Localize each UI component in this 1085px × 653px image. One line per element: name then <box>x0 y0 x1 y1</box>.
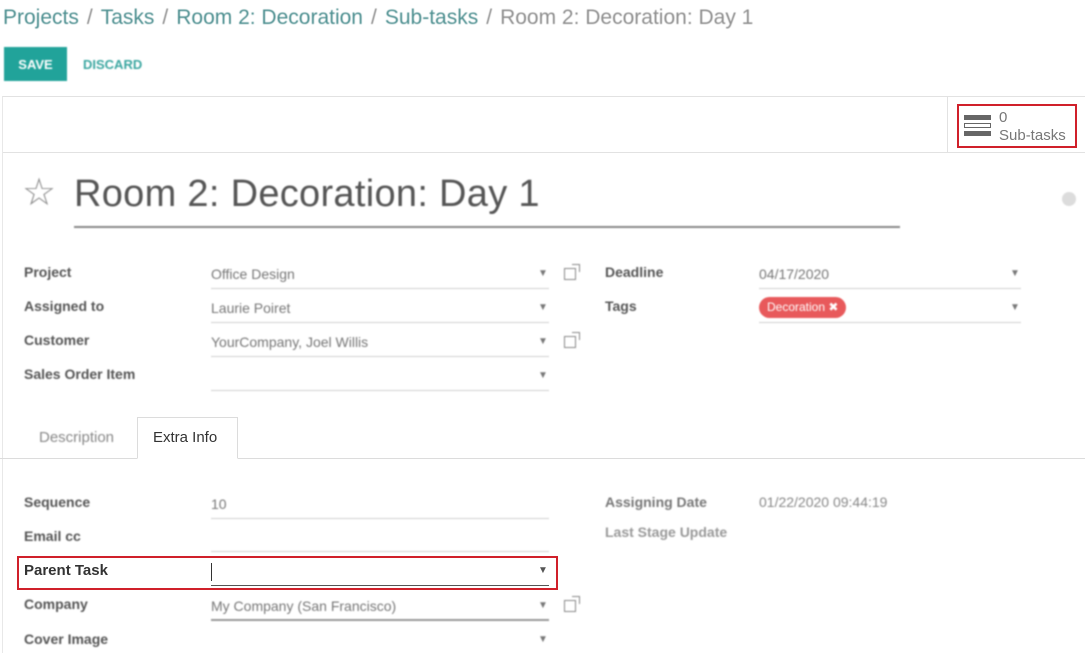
breadcrumb-separator: / <box>486 6 493 29</box>
tasks-icon <box>964 115 991 137</box>
text-cursor <box>211 563 212 581</box>
parent-task-label: Parent Task <box>24 562 108 579</box>
task-title[interactable]: Room 2: Decoration: Day 1 <box>74 173 540 216</box>
breadcrumb-parent-task[interactable]: Room 2: Decoration <box>176 6 363 29</box>
title-underline <box>74 226 900 228</box>
breadcrumb-current: Room 2: Decoration: Day 1 <box>500 6 754 29</box>
tab-extra-info-label[interactable]: Extra Info <box>153 429 217 446</box>
chevron-down-icon[interactable]: ▼ <box>538 268 548 279</box>
tag-label: Decoration <box>767 300 826 314</box>
company-underline <box>211 619 549 621</box>
assigning-date-value: 01/22/2020 09:44:19 <box>759 494 888 510</box>
breadcrumb: Projects / Tasks / Room 2: Decoration / Sub-ta… <box>3 6 753 30</box>
save-button[interactable]: SAVE <box>4 47 67 81</box>
tags-underline <box>759 322 1021 323</box>
deadline-label: Deadline <box>605 264 664 280</box>
breadcrumb-tasks[interactable]: Tasks <box>101 6 155 29</box>
discard-button[interactable]: DISCARD <box>83 57 142 72</box>
breadcrumb-subtasks[interactable]: Sub-tasks <box>385 6 478 29</box>
chevron-down-icon[interactable]: ▼ <box>1010 268 1020 279</box>
project-field[interactable]: Office Design <box>211 266 295 282</box>
close-icon[interactable]: ✖ <box>828 300 838 314</box>
button-box-divider <box>947 97 948 152</box>
chevron-down-icon[interactable]: ▼ <box>538 370 548 381</box>
subtasks-count: 0 <box>999 109 1008 126</box>
chevron-down-icon[interactable]: ▼ <box>538 336 548 347</box>
chevron-down-icon[interactable]: ▼ <box>1010 302 1020 313</box>
breadcrumb-separator: / <box>162 6 169 29</box>
chevron-down-icon[interactable]: ▼ <box>538 302 548 313</box>
breadcrumb-separator: / <box>371 6 377 29</box>
external-link-icon[interactable] <box>564 332 580 348</box>
kanban-state-icon[interactable] <box>1062 192 1076 206</box>
external-link-icon[interactable] <box>564 264 580 280</box>
tab-description[interactable]: Description <box>39 429 114 446</box>
sales-order-item-label: Sales Order Item <box>24 366 136 382</box>
assigning-date-label: Assigning Date <box>605 494 707 510</box>
breadcrumb-separator: / <box>86 6 93 29</box>
chevron-down-icon[interactable]: ▼ <box>538 600 548 611</box>
customer-underline <box>211 356 549 357</box>
project-underline <box>211 288 549 289</box>
assigned-to-field[interactable]: Laurie Poiret <box>211 300 290 316</box>
parent-task-underline <box>211 585 549 586</box>
sequence-field[interactable]: 10 <box>211 496 227 512</box>
tag-badge[interactable]: Decoration ✖ <box>759 297 847 318</box>
sales-order-item-underline <box>211 390 549 391</box>
chevron-down-icon[interactable]: ▼ <box>538 565 548 576</box>
subtasks-label: Sub-tasks <box>999 127 1066 144</box>
subtasks-smart-button[interactable]: 0 Sub-tasks <box>957 104 1077 148</box>
company-field[interactable]: My Company (San Francisco) <box>211 598 396 614</box>
star-icon[interactable]: ☆ <box>22 174 56 212</box>
last-stage-update-label: Last Stage Update <box>605 524 728 540</box>
email-cc-label: Email cc <box>24 528 81 544</box>
deadline-field[interactable]: 04/17/2020 <box>759 266 829 282</box>
email-cc-underline <box>211 551 549 552</box>
breadcrumb-projects[interactable]: Projects <box>3 6 79 29</box>
button-box: 0 Sub-tasks <box>3 97 1085 153</box>
customer-field[interactable]: YourCompany, Joel Willis <box>211 334 368 350</box>
chevron-down-icon[interactable]: ▼ <box>538 634 548 645</box>
sequence-label: Sequence <box>24 494 91 510</box>
cover-image-label: Cover Image <box>24 631 109 647</box>
assigned-to-label: Assigned to <box>24 298 105 314</box>
sequence-underline <box>211 518 549 519</box>
company-label: Company <box>24 596 88 612</box>
external-link-icon[interactable] <box>564 596 580 612</box>
assigned-to-underline <box>211 322 549 323</box>
customer-label: Customer <box>24 332 90 348</box>
project-label: Project <box>24 264 72 280</box>
deadline-underline <box>759 288 1021 289</box>
tags-label: Tags <box>605 298 637 314</box>
